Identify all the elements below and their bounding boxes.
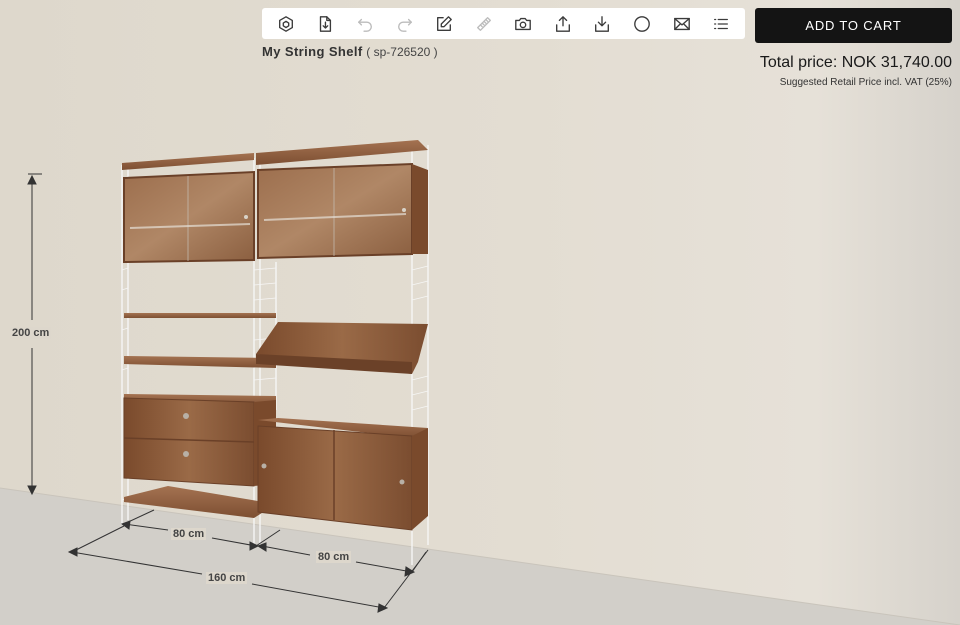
shelf-3d-view[interactable] xyxy=(0,0,960,625)
left-width-dimension-label: 80 cm xyxy=(171,528,207,540)
mail-icon xyxy=(673,17,690,30)
edit-icon xyxy=(437,15,452,31)
open-shelf xyxy=(124,356,276,368)
product-title: My String Shelf ( sp-726520 ) xyxy=(262,44,438,59)
total-width-dimension-label: 160 cm xyxy=(206,572,248,584)
share-button[interactable] xyxy=(548,10,578,38)
top-shelf xyxy=(122,153,254,170)
product-code-open: ( xyxy=(366,45,374,59)
list-icon xyxy=(714,18,729,29)
product-name: My String Shelf xyxy=(262,44,363,59)
list-button[interactable] xyxy=(706,10,736,38)
chat-button[interactable] xyxy=(627,10,657,38)
share-icon xyxy=(555,15,570,32)
height-dimension-label: 200 cm xyxy=(10,327,52,339)
right-width-dimension-label: 80 cm xyxy=(316,551,352,563)
undo-icon xyxy=(357,18,372,32)
ruler-icon xyxy=(476,16,491,31)
cube-button[interactable] xyxy=(271,10,301,38)
file-download-button[interactable] xyxy=(310,10,340,38)
glass-cabinet-right xyxy=(257,162,428,260)
redo-icon xyxy=(397,18,412,32)
toolbar xyxy=(262,8,745,39)
cube-icon xyxy=(278,15,293,32)
edit-button[interactable] xyxy=(429,10,459,38)
camera-button[interactable] xyxy=(508,10,538,38)
add-to-cart-button[interactable]: ADD TO CART xyxy=(755,8,952,43)
redo-button[interactable] xyxy=(390,10,420,38)
sliding-door-cabinet xyxy=(257,418,428,531)
drawer-unit xyxy=(123,394,276,487)
undo-button[interactable] xyxy=(350,10,380,38)
camera-icon xyxy=(515,17,532,30)
product-code: sp-726520 xyxy=(373,45,431,59)
ruler-button[interactable] xyxy=(469,10,499,38)
price-note: Suggested Retail Price incl. VAT (25%) xyxy=(779,77,952,88)
product-code-close: ) xyxy=(430,45,438,59)
mail-button[interactable] xyxy=(667,10,697,38)
download-button[interactable] xyxy=(587,10,617,38)
circle-icon xyxy=(634,15,650,32)
open-shelf xyxy=(124,313,276,318)
total-price: Total price: NOK 31,740.00 xyxy=(759,54,952,71)
download-icon xyxy=(595,15,610,32)
glass-cabinet-left xyxy=(123,170,255,264)
file-download-icon xyxy=(320,15,332,32)
